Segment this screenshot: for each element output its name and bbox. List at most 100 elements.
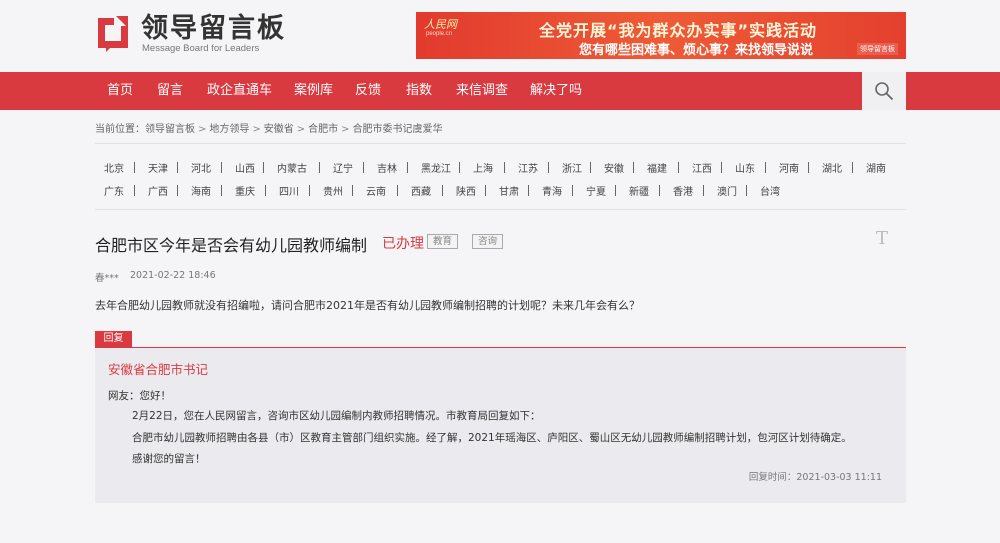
province-separator [221,162,222,173]
province-link[interactable]: 西藏 [411,183,431,198]
province-link[interactable]: 海南 [191,183,211,198]
question-author: 春*** [95,273,119,284]
status-badge: 已办理 [382,236,424,252]
logo-subtitle: Message Board for Leaders [142,43,260,54]
question-date: 2021-02-22 18:46 [130,270,216,281]
province-separator [177,162,178,173]
province-link[interactable]: 台湾 [760,183,780,198]
header: 领导留言板 Message Board for Leaders 人民网 peop… [0,0,1000,72]
province-separator [590,162,591,173]
province-link[interactable]: 福建 [647,160,667,175]
province-link[interactable]: 青海 [542,183,562,198]
province-separator [765,162,766,173]
province-link[interactable]: 河南 [779,160,799,175]
nav-item-feedback[interactable]: 反馈 [355,72,381,110]
province-link[interactable]: 吉林 [377,160,397,175]
province-separator [808,162,809,173]
search-button[interactable] [862,72,906,110]
province-link[interactable]: 江西 [692,160,712,175]
province-separator [678,162,679,173]
province-link[interactable]: 黑龙江 [421,160,451,175]
breadcrumb-separator: > [252,124,261,135]
province-separator [459,162,460,173]
nav-item-cases[interactable]: 案例库 [294,72,333,110]
breadcrumb-separator: > [198,124,207,135]
banner-headline: 全党开展“我为群众办实事”实践活动 [538,21,818,40]
province-separator [407,162,408,173]
province-link[interactable]: 山东 [735,160,755,175]
question-title: 合肥市区今年是否会有幼儿园教师编制 [95,236,368,255]
campaign-banner[interactable]: 人民网 people.cn 全党开展“我为群众办实事”实践活动 您有哪些困难事、… [416,12,906,59]
main-nav: 首页 留言 政企直通车 案例库 反馈 指数 来信调查 解决了吗 [0,72,1000,110]
province-link[interactable]: 湖北 [822,160,842,175]
tag-education[interactable]: 教育 [427,234,459,249]
province-separator [572,185,573,196]
province-separator [397,185,398,196]
breadcrumb-prefix: 当前位置： [95,124,145,135]
banner-badge: 领导留言板 [857,43,898,55]
province-link[interactable]: 山西 [235,160,255,175]
tag-consult[interactable]: 咨询 [472,234,504,249]
logo-icon[interactable] [96,14,134,54]
breadcrumb-item[interactable]: 合肥市委书记虞爱华 [353,124,443,135]
province-link[interactable]: 安徽 [604,160,624,175]
reply-label: 回复 [95,331,132,347]
province-link[interactable]: 天津 [148,160,168,175]
province-link[interactable]: 澳门 [717,183,737,198]
province-link[interactable]: 重庆 [235,183,255,198]
province-link[interactable]: 香港 [673,183,693,198]
breadcrumb-item[interactable]: 地方领导 [209,124,249,135]
breadcrumb-separator: > [341,124,350,135]
nav-item-survey[interactable]: 来信调查 [456,72,508,110]
province-separator [746,185,747,196]
breadcrumb-item[interactable]: 安徽省 [264,124,294,135]
breadcrumb-separator: > [296,124,306,135]
province-link[interactable]: 四川 [279,183,299,198]
province-link[interactable]: 甘肃 [499,183,519,198]
province-separator [265,185,266,196]
province-link[interactable]: 贵州 [323,183,343,198]
province-link[interactable]: 云南 [366,183,386,198]
nav-item-messages[interactable]: 留言 [157,72,183,110]
province-link[interactable]: 河北 [191,160,211,175]
nav-item-enterprise[interactable]: 政企直通车 [207,72,272,110]
province-separator [263,162,264,173]
province-link[interactable]: 新疆 [629,183,649,198]
province-separator [134,162,135,173]
corner-mark: T [876,228,889,249]
province-separator [319,162,320,173]
province-link[interactable]: 辽宁 [333,160,353,175]
province-separator [504,162,505,173]
reply-time: 回复时间：2021-03-03 11:11 [748,472,882,483]
divider [95,209,906,210]
province-link[interactable]: 广西 [148,183,168,198]
divider [95,143,906,144]
reply-greeting: 网友：您好！ [108,390,171,402]
breadcrumb-item[interactable]: 合肥市 [308,124,338,135]
province-separator [659,185,660,196]
province-link[interactable]: 陕西 [456,183,476,198]
province-link[interactable]: 宁夏 [586,183,606,198]
province-separator [309,185,310,196]
province-link[interactable]: 湖南 [866,160,886,175]
province-link[interactable]: 上海 [473,160,493,175]
banner-brand-sub: people.cn [426,31,453,37]
province-link[interactable]: 广东 [104,183,124,198]
province-link[interactable]: 江苏 [518,160,538,175]
province-separator [852,162,853,173]
banner-subline: 您有哪些困难事、烦心事？来找领导说说 [578,43,813,58]
nav-item-resolved[interactable]: 解决了吗 [530,72,582,110]
province-link[interactable]: 浙江 [562,160,582,175]
nav-item-index[interactable]: 指数 [406,72,432,110]
breadcrumb-item[interactable]: 领导留言板 [145,124,195,135]
search-icon [875,82,894,101]
province-link[interactable]: 北京 [104,160,124,175]
province-separator [633,162,634,173]
logo-title[interactable]: 领导留言板 [141,14,286,44]
province-link[interactable]: 内蒙古 [277,160,307,175]
reply-paragraph: 合肥市幼儿园教师招聘由各县（市）区教育主管部门组织实施。经了解，2021年瑶海区… [132,432,852,444]
province-separator [442,185,443,196]
province-separator [721,162,722,173]
nav-item-home[interactable]: 首页 [107,72,133,110]
province-separator [134,185,135,196]
